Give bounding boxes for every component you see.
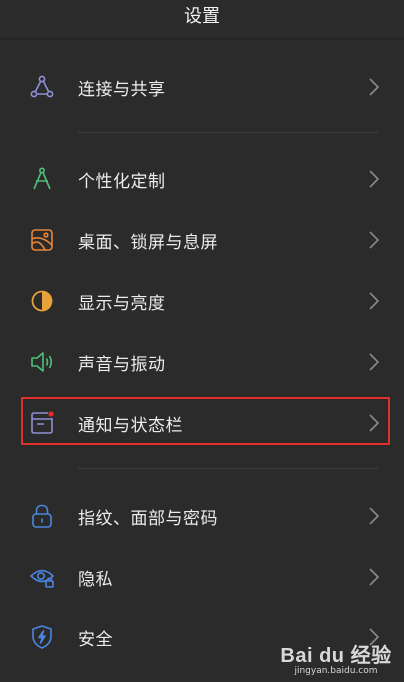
chevron-right-icon bbox=[369, 231, 379, 249]
chevron-right-icon bbox=[369, 292, 379, 310]
highlight-box bbox=[21, 397, 390, 445]
settings-item-label: 个性化定制 bbox=[78, 171, 166, 192]
chevron-right-icon bbox=[369, 568, 379, 586]
settings-item-sound-vibration[interactable]: 声音与振动 bbox=[0, 334, 404, 390]
settings-item-personalization[interactable]: 个性化定制 bbox=[0, 151, 404, 207]
settings-item-fingerprint-face-password[interactable]: 指纹、面部与密码 bbox=[0, 488, 404, 544]
compass-icon bbox=[29, 166, 55, 192]
speaker-icon bbox=[29, 349, 55, 375]
settings-item-privacy[interactable]: 隐私 bbox=[0, 549, 404, 605]
section-divider bbox=[78, 468, 378, 469]
lock-icon bbox=[29, 503, 55, 529]
wallpaper-icon bbox=[29, 227, 55, 253]
settings-item-connection-sharing[interactable]: 连接与共享 bbox=[0, 59, 404, 115]
section-divider bbox=[78, 132, 378, 133]
chevron-right-icon bbox=[369, 78, 379, 96]
settings-item-label: 指纹、面部与密码 bbox=[78, 508, 218, 529]
page-title: 设置 bbox=[184, 6, 220, 27]
chevron-right-icon bbox=[369, 507, 379, 525]
settings-item-display-brightness[interactable]: 显示与亮度 bbox=[0, 273, 404, 329]
header-divider bbox=[0, 38, 404, 40]
settings-item-label: 连接与共享 bbox=[78, 79, 166, 100]
baidu-jingyan-watermark: Bai du 经验 jingyan.baidu.com bbox=[276, 639, 396, 676]
settings-item-label: 显示与亮度 bbox=[78, 293, 166, 314]
privacy-eye-icon bbox=[29, 564, 55, 590]
chevron-right-icon bbox=[369, 170, 379, 188]
share-network-icon bbox=[29, 74, 55, 100]
watermark-brand: Bai du 经验 bbox=[280, 645, 392, 667]
chevron-right-icon bbox=[369, 353, 379, 371]
security-shield-icon bbox=[29, 624, 55, 650]
settings-item-label: 桌面、锁屏与息屏 bbox=[78, 232, 218, 253]
settings-item-label: 声音与振动 bbox=[78, 354, 166, 375]
settings-item-desktop-lockscreen[interactable]: 桌面、锁屏与息屏 bbox=[0, 212, 404, 268]
brightness-icon bbox=[29, 288, 55, 314]
settings-item-label: 隐私 bbox=[78, 569, 113, 590]
